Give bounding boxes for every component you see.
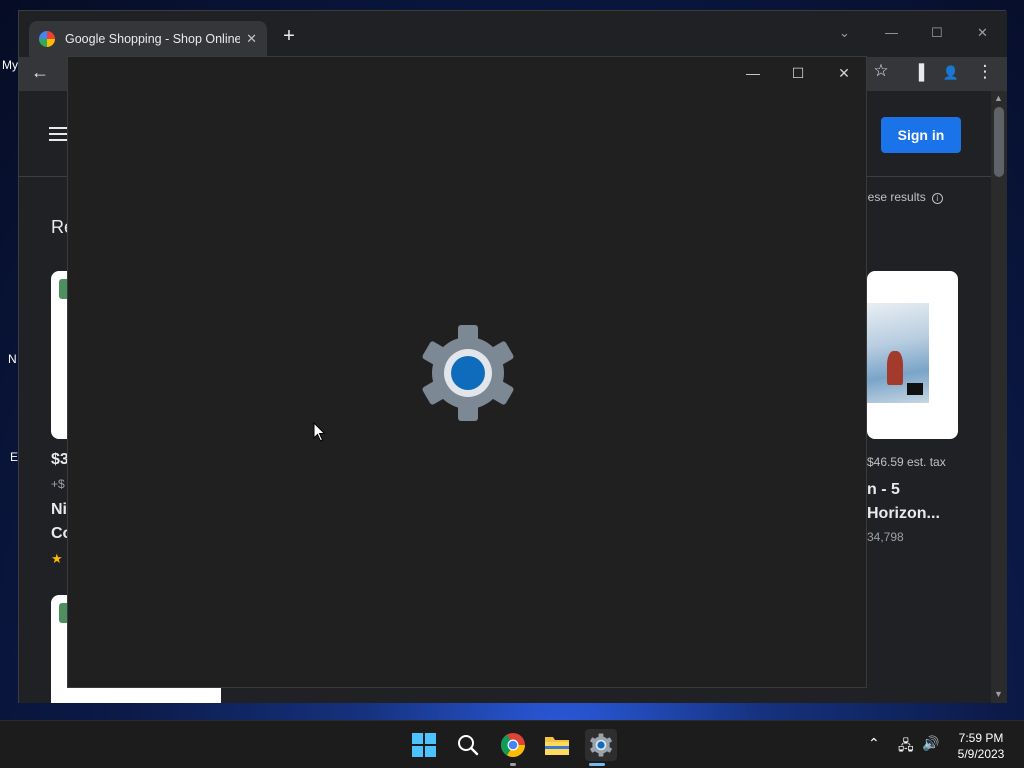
close-button[interactable]: ✕ bbox=[977, 25, 988, 41]
file-explorer-icon[interactable] bbox=[541, 729, 573, 761]
search-icon[interactable] bbox=[452, 729, 484, 761]
maximize-button[interactable]: ☐ bbox=[931, 25, 943, 41]
results-note[interactable]: hese results i bbox=[861, 190, 943, 204]
profile-icon[interactable]: 👤 bbox=[941, 65, 961, 81]
active-indicator bbox=[589, 763, 605, 766]
product-title[interactable]: n - 5 bbox=[867, 481, 900, 499]
start-icon[interactable] bbox=[408, 729, 440, 761]
maximize-button[interactable]: ☐ bbox=[788, 65, 808, 82]
game-character bbox=[887, 351, 903, 385]
minimize-button[interactable]: — bbox=[743, 65, 763, 81]
settings-gear-icon bbox=[422, 325, 514, 421]
star-icon[interactable]: ☆ bbox=[871, 61, 891, 81]
sign-in-button[interactable]: Sign in bbox=[881, 117, 961, 153]
chrome-icon[interactable] bbox=[497, 729, 529, 761]
vertical-scrollbar[interactable]: ▲ ▼ bbox=[991, 91, 1007, 703]
info-icon[interactable]: i bbox=[931, 193, 943, 204]
star-icon: ★ bbox=[51, 551, 63, 566]
volume-icon[interactable]: 🔊 bbox=[922, 735, 939, 752]
chevron-up-icon[interactable]: ⌃ bbox=[868, 735, 880, 752]
results-note-text: hese results bbox=[861, 190, 926, 204]
menu-icon[interactable]: ⋮ bbox=[975, 62, 995, 82]
scroll-thumb[interactable] bbox=[994, 107, 1004, 177]
product-image[interactable] bbox=[867, 271, 958, 439]
close-button[interactable]: ✕ bbox=[834, 65, 854, 82]
clock-time: 7:59 PM bbox=[958, 731, 1004, 745]
settings-window: — ☐ ✕ bbox=[67, 56, 867, 688]
product-title[interactable]: Horizon... bbox=[867, 505, 940, 523]
side-panel-icon[interactable]: ▐ bbox=[909, 64, 929, 81]
ps5-box-art bbox=[867, 303, 929, 403]
running-indicator bbox=[510, 763, 516, 766]
product-tax: +$ bbox=[51, 477, 65, 491]
scroll-down-icon[interactable]: ▼ bbox=[994, 689, 1003, 699]
mouse-cursor-icon bbox=[313, 422, 326, 442]
google-shopping-icon bbox=[39, 31, 55, 47]
taskbar: ⌃ 🖧 🔊 7:59 PM 5/9/2023 bbox=[0, 720, 1024, 768]
new-tab-button[interactable]: + bbox=[279, 25, 299, 48]
network-icon[interactable]: 🖧 bbox=[898, 735, 914, 759]
chevron-down-icon[interactable]: ⌄ bbox=[839, 25, 850, 41]
rating-badge bbox=[907, 383, 923, 395]
tab-title: Google Shopping - Shop Online bbox=[65, 32, 241, 46]
product-tax: $46.59 est. tax bbox=[867, 455, 946, 469]
tab-strip: Google Shopping - Shop Online ✕ + ⌄ — ☐ … bbox=[19, 11, 1007, 57]
clock-date: 5/9/2023 bbox=[957, 747, 1005, 761]
hamburger-menu-icon[interactable] bbox=[49, 127, 69, 145]
review-count: 34,798 bbox=[867, 530, 904, 544]
back-arrow-icon[interactable]: ← bbox=[31, 62, 49, 83]
scroll-up-icon[interactable]: ▲ bbox=[994, 93, 1003, 103]
tab-google-shopping[interactable]: Google Shopping - Shop Online ✕ bbox=[29, 21, 267, 57]
settings-icon[interactable] bbox=[585, 729, 617, 761]
minimize-button[interactable]: — bbox=[885, 25, 898, 40]
product-title[interactable]: Ni bbox=[51, 501, 67, 519]
close-icon[interactable]: ✕ bbox=[246, 31, 257, 47]
clock[interactable]: 7:59 PM 5/9/2023 bbox=[950, 730, 1012, 762]
